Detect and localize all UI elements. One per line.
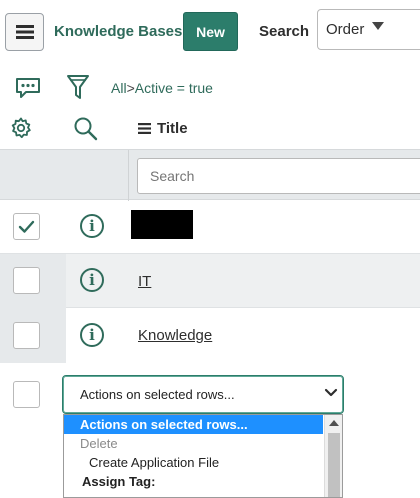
gear-icon[interactable]: [10, 117, 32, 139]
list-header: Knowledge Bases New Search Order: [0, 0, 420, 62]
info-circle-icon[interactable]: i: [80, 268, 104, 292]
row-title-link[interactable]: Knowledge: [138, 327, 212, 344]
page-title[interactable]: Knowledge Bases: [54, 23, 182, 40]
chat-bubble-icon[interactable]: [15, 77, 41, 99]
breadcrumb: All>Active = true: [111, 80, 213, 96]
select-all-checkbox[interactable]: [13, 381, 40, 408]
hamburger-icon: [15, 25, 34, 39]
table-row: i: [0, 200, 420, 255]
breadcrumb-condition[interactable]: Active = true: [135, 80, 213, 96]
column-search-row: [0, 149, 420, 201]
funnel-icon[interactable]: [66, 74, 90, 102]
dropdown-scrollbar[interactable]: [324, 415, 342, 497]
actions-dropdown-list: Actions on selected rows... Delete Creat…: [63, 414, 343, 498]
column-menu-icon[interactable]: [138, 123, 151, 134]
row-title-link[interactable]: IT: [138, 273, 151, 290]
scroll-up-icon[interactable]: [329, 420, 339, 426]
title-search-input[interactable]: [137, 158, 420, 194]
table-row: i Knowledge: [0, 308, 420, 363]
breadcrumb-all[interactable]: All: [111, 80, 127, 96]
scrollbar-thumb[interactable]: [328, 433, 340, 497]
info-circle-icon[interactable]: i: [80, 323, 104, 347]
row-checkbox[interactable]: [13, 322, 40, 349]
checkmark-icon: [18, 220, 35, 233]
table-row: i IT: [0, 253, 420, 309]
breadcrumb-separator: >: [126, 80, 135, 96]
info-circle-icon[interactable]: i: [80, 214, 104, 238]
column-header-title[interactable]: Title: [138, 120, 188, 137]
caret-down-icon[interactable]: [372, 22, 384, 30]
new-button[interactable]: New: [183, 12, 238, 51]
dropdown-group-assign-tag: Assign Tag:: [82, 474, 156, 489]
chevron-down-icon[interactable]: [324, 388, 338, 398]
row-checkbox[interactable]: [13, 267, 40, 294]
actions-select[interactable]: Actions on selected rows...: [62, 375, 344, 414]
dropdown-option-selected[interactable]: Actions on selected rows...: [64, 415, 323, 434]
dropdown-option-create-application-file[interactable]: Create Application File: [64, 453, 323, 472]
dropdown-option-delete: Delete: [80, 436, 118, 451]
magnifier-icon[interactable]: [73, 116, 99, 142]
order-select[interactable]: Order: [317, 9, 420, 50]
column-divider: [128, 150, 129, 201]
redacted-title: [131, 210, 193, 239]
column-title-label[interactable]: Title: [157, 120, 188, 137]
row-checkbox-checked[interactable]: [13, 213, 40, 240]
search-label: Search: [259, 23, 310, 40]
hamburger-menu-button[interactable]: [5, 13, 44, 51]
